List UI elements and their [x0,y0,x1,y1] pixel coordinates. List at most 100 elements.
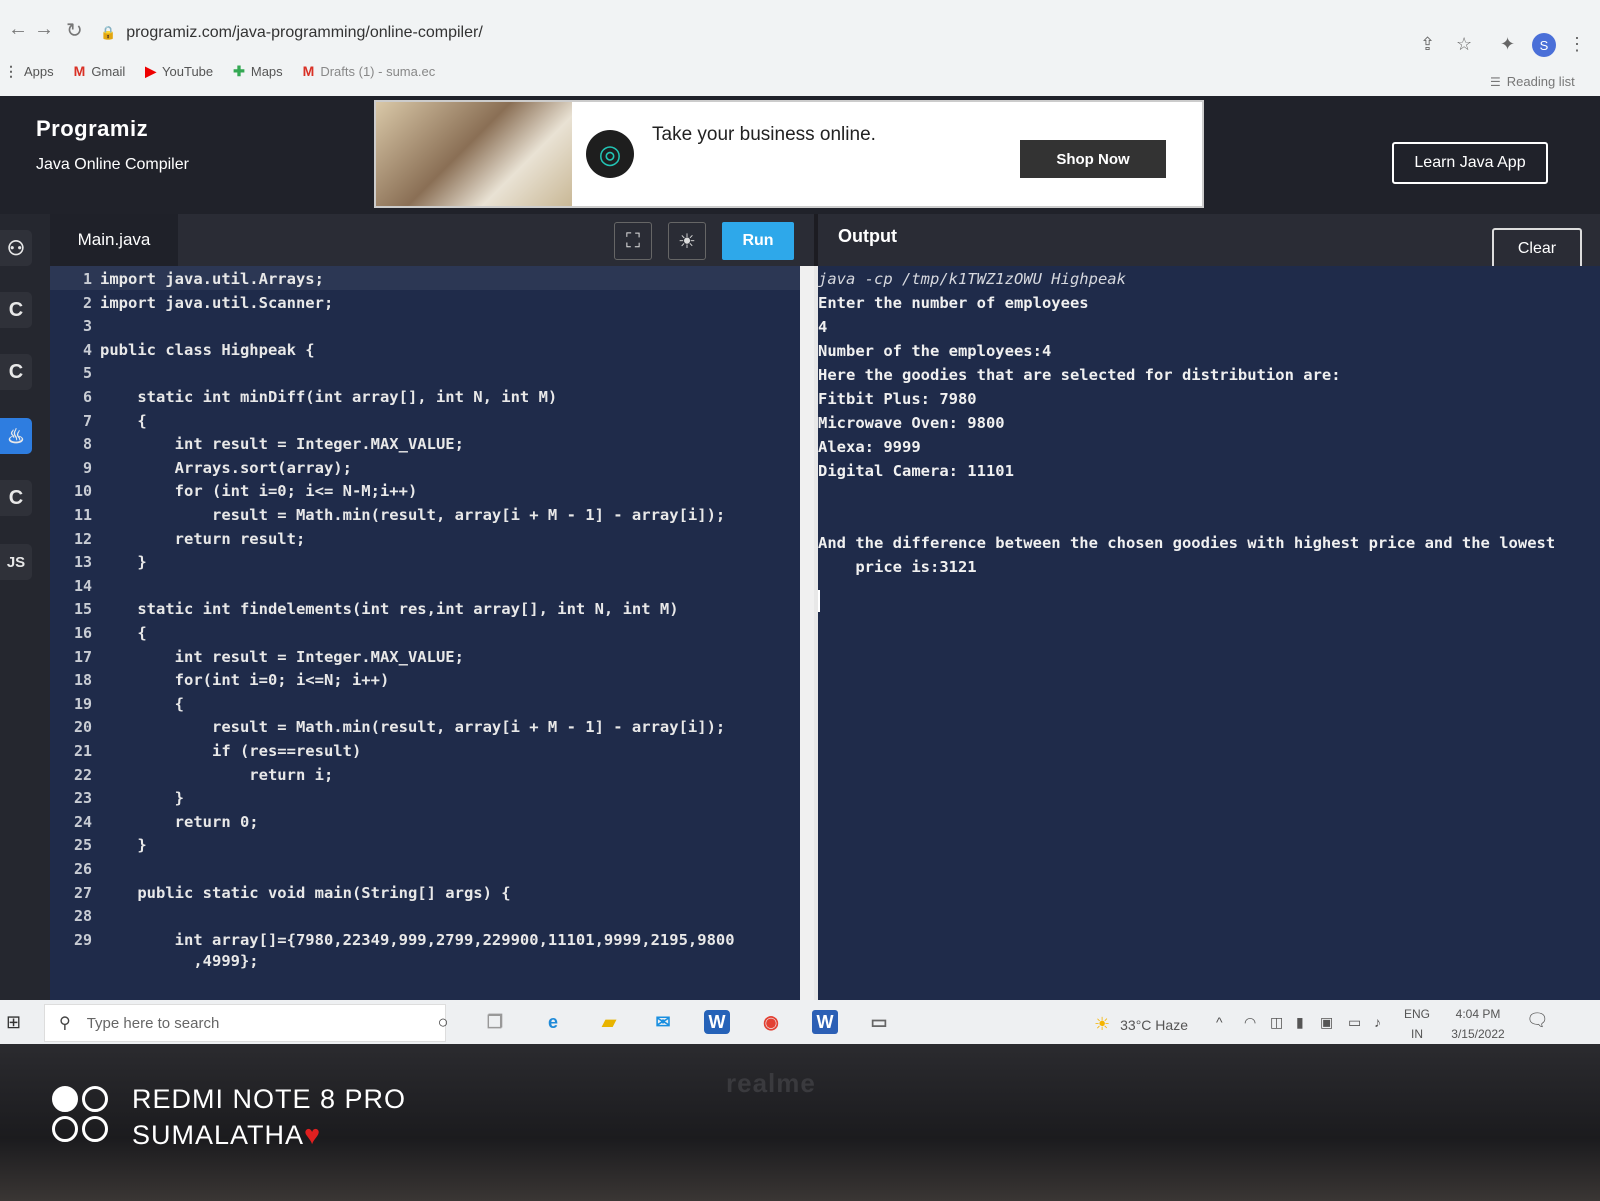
python-icon[interactable]: ⚇ [0,230,32,266]
java-icon[interactable]: ♨ [0,418,32,454]
code-line: public static void main(String[] args) { [100,883,511,902]
learn-java-app-button[interactable]: Learn Java App [1392,142,1548,184]
c-icon[interactable]: C [0,292,32,328]
line-number: 12 [73,529,92,548]
code-line: if (res==result) [100,742,362,760]
system-clock[interactable]: 4:04 PM 3/15/2022 [1442,1004,1514,1044]
reading-list[interactable]: ☰ Reading list [1490,74,1575,89]
edge-icon[interactable]: e [540,1010,566,1034]
cpp-icon[interactable]: C [0,354,32,390]
code-editor[interactable]: 1 2 3 4 5 6 7 8 9 10 11 12 13 14 15 16 17 18 19 20 21 22 23 24 2… [50,266,814,1000]
weather-widget[interactable]: ☀ 33°C Haze [1094,1014,1188,1035]
search-icon: ⚲ [59,1015,71,1032]
extensions-icon[interactable]: ✦ [1500,34,1515,55]
line-number: 20 [73,718,92,737]
task-view-icon[interactable]: ❐ [482,1010,508,1034]
line-number: 14 [73,576,92,595]
cortana-icon[interactable]: ○ [430,1010,456,1034]
fullscreen-icon[interactable]: ⛶ [614,222,652,260]
code-line: return result; [100,529,306,548]
run-button[interactable]: Run [722,222,794,260]
bookmark-star-icon[interactable]: ☆ [1456,34,1472,55]
output-console[interactable]: java -cp /tmp/k1TWZ1zOWU Highpeak Enter t… [818,266,1600,1000]
reload-icon[interactable]: ↻ [66,18,83,43]
windows-taskbar: ⊞ ⚲ Type here to search ○ ❐ e ▰ ✉ W ◉ W … [0,1000,1600,1044]
code-line: } [100,789,184,808]
ad-banner[interactable]: ◎ Take your business online. Shop Now [374,100,1204,208]
output-line: Microwave Oven: 9800 [818,414,1005,432]
word-icon[interactable]: W [812,1010,838,1034]
bookmark-youtube[interactable]: ▶ YouTube [145,63,213,80]
line-number: 23 [73,789,92,808]
mail-icon[interactable]: ✉ [650,1010,676,1034]
line-number: 21 [73,742,92,760]
windows-start-icon[interactable]: ⊞ [6,1012,21,1033]
address-bar[interactable]: 🔒 programiz.com/java-programming/online-… [100,16,1390,50]
code-line: import java.util.Scanner; [100,293,334,312]
code-line: ,4999}; [100,952,259,971]
line-number: 27 [73,883,92,902]
microphone-icon[interactable]: ▮ [1296,1014,1304,1031]
code-line: result = Math.min(result, array[i + M - … [100,718,726,737]
code-line: for(int i=0; i<=N; i++) [100,671,390,690]
volume-icon[interactable]: ♪ [1374,1014,1381,1030]
code-line: { [100,624,147,642]
profile-avatar[interactable]: S [1532,33,1556,57]
csharp-icon[interactable]: C [0,480,32,516]
lock-icon: 🔒 [100,25,117,40]
code-line: public class Highpeak { [100,340,315,359]
bookmark-maps[interactable]: ✚ Maps [233,63,283,80]
theme-toggle-icon[interactable]: ☀ [668,222,706,260]
file-tab[interactable]: Main.java [50,214,178,266]
bookmark-apps[interactable]: ⋮ Apps [4,63,54,80]
console-caret [818,590,820,612]
code-line: } [100,836,147,855]
line-number: 1 [82,270,92,288]
watermark-user: SUMALATHA♥ [132,1120,322,1150]
taskbar-search[interactable]: ⚲ Type here to search [44,1004,446,1042]
line-number: 18 [73,671,92,690]
notification-icon[interactable]: 🗨 [1526,1010,1549,1031]
webex-icon[interactable]: W [704,1010,730,1034]
shop-now-button[interactable]: Shop Now [1020,140,1166,178]
weather-sun-icon: ☀ [1094,1014,1111,1034]
back-icon[interactable]: ← [8,18,28,41]
output-line: price is:3121 [818,558,977,576]
wifi-icon[interactable]: ◠ [1244,1014,1256,1031]
menu-kebab-icon[interactable]: ⋮ [1568,34,1586,55]
line-number: 4 [82,340,92,359]
ad-headline: Take your business online. [652,124,876,145]
share-icon[interactable]: ⇪ [1420,34,1435,55]
clear-button[interactable]: Clear [1492,228,1582,270]
display-icon[interactable]: ▣ [1320,1014,1333,1031]
apps-grid-icon: ⋮ [4,62,18,79]
bookmark-drafts[interactable]: M Drafts (1) - suma.ec [303,63,436,79]
battery-icon[interactable]: ▭ [1348,1014,1361,1031]
file-explorer-icon[interactable]: ▰ [596,1010,622,1034]
output-toolbar [818,214,1600,266]
app-window-icon[interactable]: ▭ [866,1010,892,1034]
url-text: programiz.com/java-programming/online-co… [126,24,483,41]
editor-scrollbar[interactable] [800,266,814,1000]
output-line: Alexa: 9999 [818,438,921,456]
code-line: int result = Integer.MAX_VALUE; [100,435,464,454]
bookmark-gmail[interactable]: M Gmail [74,63,126,79]
code-line: Arrays.sort(array); [100,458,352,477]
line-number: 11 [73,506,92,524]
line-number: 10 [73,482,92,501]
chrome-icon[interactable]: ◉ [758,1010,784,1034]
output-line: Here the goodies that are selected for d… [818,366,1341,384]
input-language[interactable]: ENG IN [1404,1004,1430,1044]
meet-icon[interactable]: ◫ [1270,1014,1283,1031]
line-number: 2 [82,293,92,312]
line-number: 28 [73,907,92,926]
javascript-icon[interactable]: JS [0,544,32,580]
laptop-brand: realme [726,1068,816,1098]
forward-icon[interactable]: → [34,18,54,41]
programiz-logo[interactable]: Programiz [36,116,148,142]
tray-chevron-icon[interactable]: ^ [1216,1014,1223,1030]
heart-icon: ♥ [304,1120,322,1150]
code-line: int array[]={7980,22349,999,2799,229900,… [100,930,735,949]
maps-icon: ✚ [233,62,245,79]
output-line: Enter the number of employees [818,294,1089,312]
